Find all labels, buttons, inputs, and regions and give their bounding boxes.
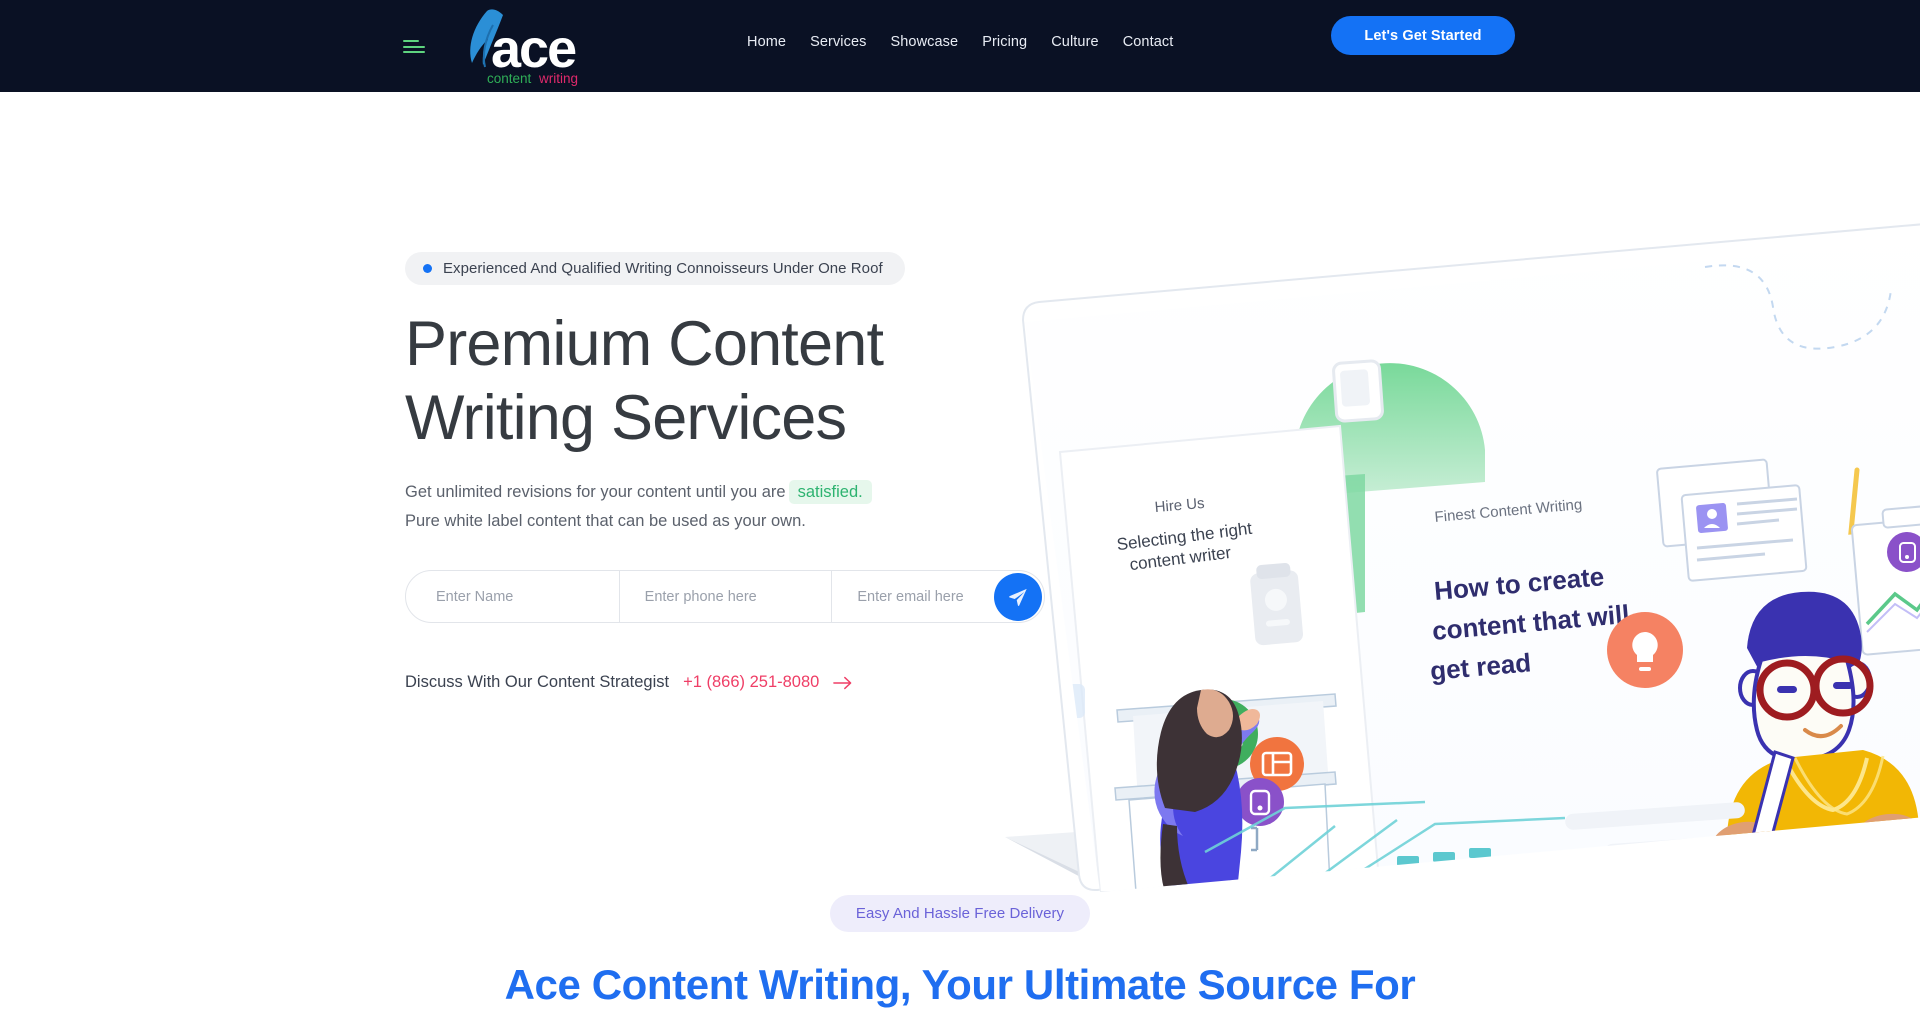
nav-item-home[interactable]: Home: [735, 34, 798, 50]
hero-eyebrow-label: Experienced And Qualified Writing Connoi…: [443, 260, 883, 277]
hero-content: Experienced And Qualified Writing Connoi…: [405, 252, 1085, 692]
svg-text:writing: writing: [538, 71, 578, 86]
phone-input[interactable]: [618, 571, 832, 623]
hero-section: Experienced And Qualified Writing Connoi…: [0, 92, 1920, 895]
main-navigation: Home Services Showcase Pricing Culture C…: [735, 34, 1185, 50]
phone-field-wrapper: [618, 571, 832, 623]
right-panel-chart-card: [1850, 505, 1920, 656]
arrow-right-icon[interactable]: [833, 675, 853, 691]
strategist-contact-row: Discuss With Our Content Strategist +1 (…: [405, 673, 1085, 692]
next-section-preview: Easy And Hassle Free Delivery Ace Conten…: [0, 895, 1920, 1008]
lead-capture-form: [405, 570, 1045, 624]
nav-item-pricing[interactable]: Pricing: [970, 34, 1039, 50]
hamburger-line-2: [403, 45, 425, 48]
name-input[interactable]: [406, 571, 619, 623]
strategist-label: Discuss With Our Content Strategist: [405, 673, 670, 692]
next-section-heading: Ace Content Writing, Your Ultimate Sourc…: [504, 961, 1416, 1008]
left-panel-device: [1250, 562, 1304, 646]
site-logo[interactable]: ace content writing: [455, 5, 580, 87]
nav-item-services[interactable]: Services: [798, 34, 878, 50]
site-header: ace content writing Home Services Showca…: [0, 0, 1920, 92]
hamburger-line-1: [403, 40, 419, 42]
page-title: Premium Content Writing Services: [405, 309, 884, 454]
hero-subtitle-highlight: satisfied.: [788, 479, 872, 504]
delivery-badge: Easy And Hassle Free Delivery: [829, 895, 1091, 932]
hamburger-line-3: [403, 51, 425, 53]
svg-text:ace: ace: [491, 19, 576, 79]
hero-illustration: Hire Us Selecting the right content writ…: [1005, 212, 1920, 892]
hamburger-icon[interactable]: [403, 40, 425, 53]
lightbulb-icon-bubble: [1607, 612, 1683, 688]
hero-subtitle-line1: Get unlimited revisions for your content…: [405, 482, 786, 501]
hero-subtitle: Get unlimited revisions for your content…: [405, 478, 925, 537]
nav-item-showcase[interactable]: Showcase: [879, 34, 971, 50]
nav-item-contact[interactable]: Contact: [1111, 34, 1186, 50]
lets-get-started-button[interactable]: Let's Get Started: [1331, 16, 1515, 55]
svg-text:content: content: [487, 71, 532, 86]
bullet-dot-icon: [423, 264, 432, 273]
name-field-wrapper: [406, 571, 619, 623]
laptop-screen-content: Hire Us Selecting the right content writ…: [1025, 240, 1920, 892]
strategist-phone-link[interactable]: +1 (866) 251-8080: [683, 673, 819, 692]
document-icon-bubble-left: [1236, 778, 1284, 826]
hero-eyebrow-badge: Experienced And Qualified Writing Connoi…: [405, 252, 905, 285]
nav-item-culture[interactable]: Culture: [1039, 34, 1110, 50]
hero-subtitle-line2: Pure white label content that can be use…: [405, 512, 806, 531]
